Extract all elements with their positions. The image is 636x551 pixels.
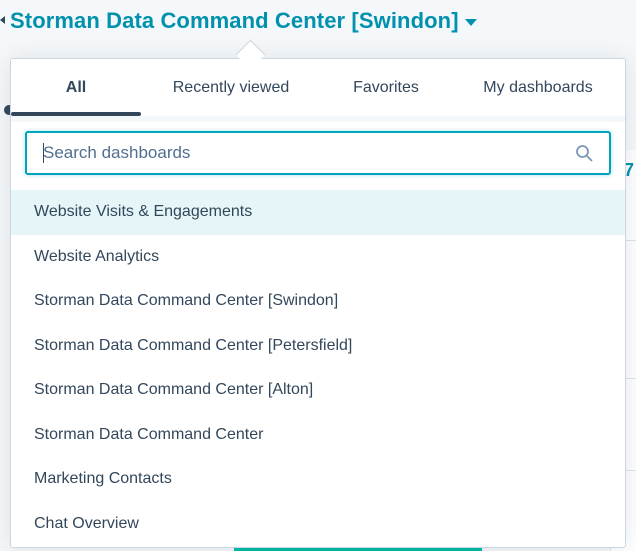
list-item-label: Storman Data Command Center [34, 425, 264, 443]
dashboard-page: 7 Storman Data Command Center [Swindon] … [0, 0, 636, 551]
list-item-website-visits-engagements[interactable]: Website Visits & Engagements [11, 190, 625, 235]
tab-label: Recently viewed [172, 78, 290, 96]
caret-down-icon [464, 18, 477, 26]
list-item-command-center-alton[interactable]: Storman Data Command Center [Alton] [11, 368, 625, 413]
tab-my-dashboards[interactable]: My dashboards [451, 59, 625, 116]
list-item-label: Chat Overview [34, 514, 139, 532]
list-item-label: Storman Data Command Center [Alton] [34, 381, 314, 399]
list-item-marketing-contacts[interactable]: Marketing Contacts [11, 457, 625, 502]
dashboard-title: Storman Data Command Center [Swindon] [10, 8, 459, 33]
list-item-command-center-swindon[interactable]: Storman Data Command Center [Swindon] [11, 279, 625, 324]
left-caret-icon [0, 16, 5, 24]
tab-label: Favorites [353, 78, 419, 96]
list-item-label: Website Visits & Engagements [34, 203, 253, 221]
search-box [25, 131, 611, 175]
list-item-label: Storman Data Command Center [Swindon] [34, 292, 339, 310]
list-item-command-center-petersfield[interactable]: Storman Data Command Center [Petersfield… [11, 324, 625, 369]
tab-all[interactable]: All [11, 59, 141, 116]
list-item-label: Website Analytics [34, 247, 160, 265]
tab-recently-viewed[interactable]: Recently viewed [141, 59, 321, 116]
dashboard-list: Website Visits & Engagements Website Ana… [11, 190, 625, 546]
dashboard-dropdown: All Recently viewed Favorites My dashboa… [10, 58, 626, 548]
text-cursor [43, 143, 44, 163]
list-item-label: Storman Data Command Center [Petersfield… [34, 336, 353, 354]
dashboard-selector[interactable]: Storman Data Command Center [Swindon] [10, 8, 477, 34]
list-item-website-analytics[interactable]: Website Analytics [11, 235, 625, 280]
tab-label: My dashboards [483, 78, 593, 96]
tab-label: All [65, 78, 87, 96]
list-item-label: Marketing Contacts [34, 470, 172, 488]
search-icon[interactable] [575, 144, 593, 162]
dropdown-tabs: All Recently viewed Favorites My dashboa… [11, 59, 625, 116]
tab-favorites[interactable]: Favorites [321, 59, 451, 116]
search-input[interactable] [27, 133, 563, 173]
search-container [11, 122, 625, 175]
list-item-chat-overview[interactable]: Chat Overview [11, 502, 625, 547]
list-item-command-center[interactable]: Storman Data Command Center [11, 413, 625, 458]
active-tab-indicator [11, 112, 141, 116]
